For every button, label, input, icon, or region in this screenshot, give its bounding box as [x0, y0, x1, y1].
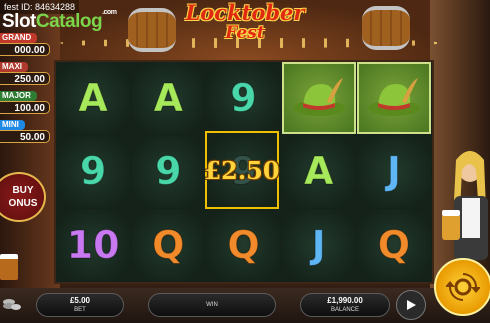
beer-mug-icon	[0, 254, 18, 280]
win-label: WIN	[206, 302, 218, 308]
site-logo: SlotCatalog.com	[2, 9, 117, 33]
jackpot-value: 100.00	[0, 101, 50, 114]
jackpot-grand: GRAND 000.00	[0, 33, 56, 59]
buy-bonus-line2: ONUS	[8, 198, 38, 209]
site-logo-part2: Catalog	[35, 11, 103, 32]
jackpot-label: MAXI	[0, 62, 28, 72]
balance-label: BALANCE	[330, 307, 359, 313]
win-amount: £2.50	[204, 155, 280, 185]
reel-symbol: 9	[155, 149, 182, 194]
barmaid-character	[442, 151, 488, 260]
jackpot-label: MINI	[0, 120, 25, 130]
reel-symbol: Q	[227, 222, 260, 267]
reel-cell	[281, 62, 357, 136]
game-logo-line2: Fest	[225, 23, 265, 43]
reel-cell: Q	[131, 208, 207, 282]
site-logo-suffix: .com	[102, 9, 117, 16]
spin-arrows-icon	[446, 273, 480, 301]
reel-cell: 10	[56, 208, 132, 282]
beer-barrel-icon	[128, 8, 176, 52]
balance-display: £1,990.00 BALANCE	[300, 293, 390, 317]
reel-cell: J	[356, 135, 432, 209]
reel-symbol: A	[153, 76, 183, 121]
balance-value: £1,990.00	[327, 296, 363, 305]
spin-button[interactable]	[434, 258, 490, 316]
beer-barrel-icon	[362, 6, 410, 50]
game-logo-line1: Locktober	[185, 0, 305, 25]
jackpot-value: 250.00	[0, 72, 50, 85]
reel-cell: A	[131, 62, 207, 136]
reel-symbol: A	[303, 149, 334, 194]
alpine-hat-icon	[292, 78, 345, 117]
bet-display[interactable]: £5.00 BET	[36, 293, 124, 317]
jackpot-major: MAJOR 100.00	[0, 91, 56, 117]
play-icon	[407, 300, 416, 310]
jackpot-label: MAJOR	[0, 91, 37, 101]
jackpot-mini: MINI 50.00	[0, 120, 56, 146]
reel-symbol: Q	[377, 222, 411, 267]
autoplay-button[interactable]	[396, 290, 426, 320]
reel-symbol: 9	[230, 76, 257, 121]
reel-cell: A	[281, 135, 357, 209]
reel-symbol: 9	[79, 149, 107, 194]
bet-value: £5.00	[69, 296, 91, 305]
reel-symbol: Q	[152, 222, 185, 267]
reel-cell: 9	[206, 62, 282, 136]
bet-label: BET	[74, 307, 86, 313]
reel-cell: Q	[206, 208, 282, 282]
reel-symbol: J	[386, 149, 401, 194]
site-logo-part1: Slot	[2, 11, 36, 32]
reel-cell	[356, 62, 432, 136]
game-logo: Locktober Fest	[184, 0, 306, 43]
alpine-hat-icon	[367, 78, 420, 117]
coins-settings-icon[interactable]	[2, 297, 22, 313]
win-display: WIN	[148, 293, 276, 317]
reel-symbol: J	[311, 222, 326, 267]
reel-cell: 9	[56, 135, 132, 209]
reel-symbol: A	[78, 76, 108, 121]
reel-cell: J	[281, 208, 357, 282]
reel-cell: A	[56, 62, 132, 136]
buy-bonus-line1: BUY	[12, 185, 34, 196]
reel-cell: 9	[131, 135, 207, 209]
jackpot-value: 000.00	[0, 43, 50, 56]
jackpot-label: GRAND	[0, 33, 38, 43]
win-highlight-frame: £2.50	[204, 131, 280, 209]
reel-symbol: 10	[66, 222, 120, 267]
jackpot-value: 50.00	[0, 130, 50, 143]
jackpot-maxi: MAXI 250.00	[0, 62, 56, 88]
reel-cell: Q	[356, 208, 432, 282]
